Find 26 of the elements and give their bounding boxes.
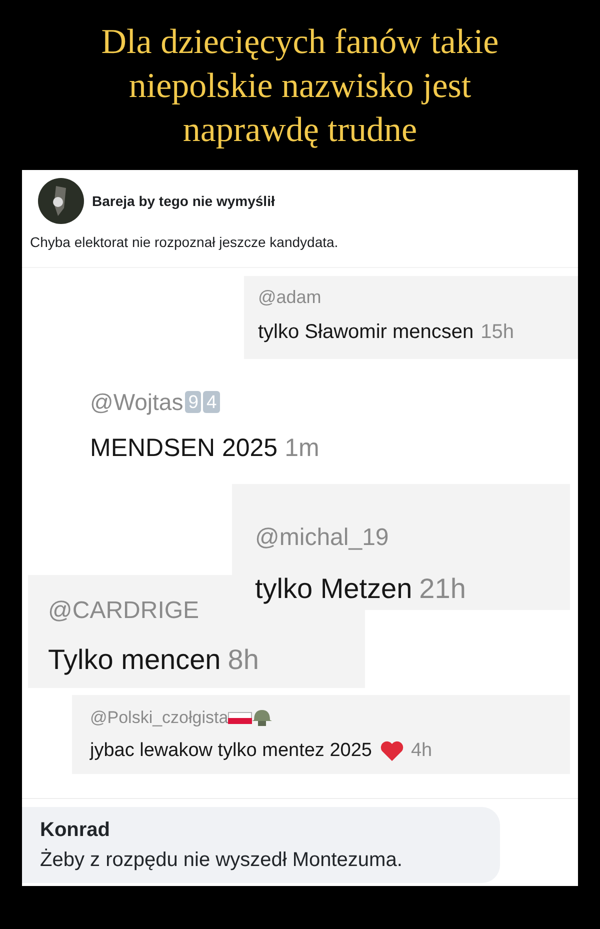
comment-text: Tylko mencen bbox=[48, 643, 221, 677]
username[interactable]: @Polski_czołgista bbox=[90, 705, 228, 730]
username[interactable]: @michal_19 bbox=[255, 520, 389, 556]
username[interactable]: @adam bbox=[258, 284, 322, 311]
comment-text: tylko Metzen bbox=[255, 572, 412, 606]
headline: niepolskie nazwisko jest bbox=[128, 65, 472, 107]
comment-text: MENDSEN 2025 bbox=[90, 432, 278, 464]
commenter-name[interactable]: Konrad bbox=[40, 815, 482, 845]
comment-text: jybac lewakow tylko mentez 2025 bbox=[90, 738, 372, 762]
timestamp: 21h bbox=[419, 572, 466, 606]
helmet-icon bbox=[252, 708, 272, 727]
timestamp: 1m bbox=[284, 432, 320, 464]
username[interactable]: @Wojtas bbox=[90, 385, 184, 420]
author-name[interactable]: Bareja by tego nie wymyślił bbox=[92, 190, 275, 212]
timestamp: 4h bbox=[410, 738, 432, 762]
timestamp: 15h bbox=[480, 320, 514, 345]
avatar bbox=[38, 178, 84, 224]
headline: Dla dziecięcych fanów takie bbox=[101, 21, 499, 63]
keycap-emoji: 4 bbox=[203, 391, 220, 414]
comment-text: tylko Sławomir mencsen bbox=[258, 320, 474, 345]
username[interactable]: @CARDRIGE bbox=[48, 593, 200, 629]
headline: naprawdę trudne bbox=[182, 109, 418, 151]
comment-text: Żeby z rozpędu nie wyszedł Montezuma. bbox=[40, 848, 404, 873]
post-text: Chyba elektorat nie rozpoznał jeszcze kandydata. bbox=[29, 233, 340, 252]
timestamp: 8h bbox=[228, 643, 259, 677]
keycap-emoji: 9 bbox=[185, 391, 202, 414]
